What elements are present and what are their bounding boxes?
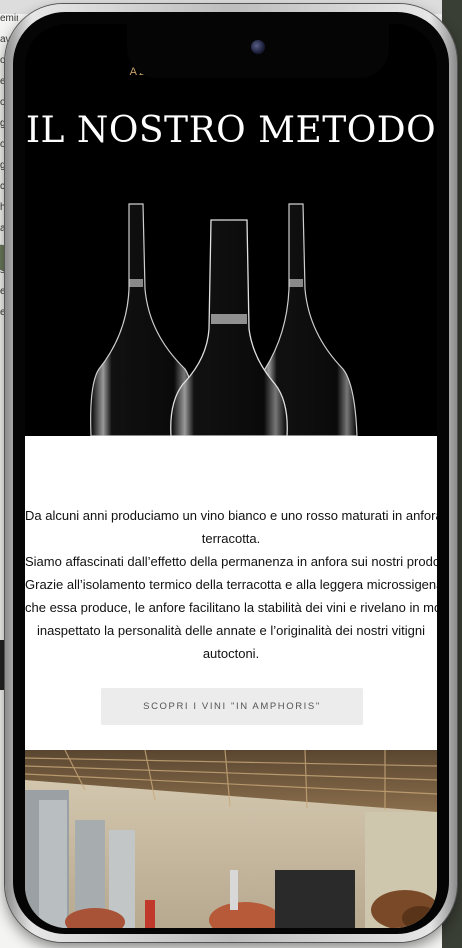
cellar-photo — [25, 750, 437, 928]
intro-section: Da alcuni anni produciamo un vino bianco… — [25, 436, 437, 750]
hero-section: AZIENDA AGRICOLA RONCHI IL NOSTRO METODO — [25, 24, 437, 436]
intro-line: che essa produce, le anfore facilitano l… — [25, 600, 437, 615]
intro-paragraph: Da alcuni anni produciamo un vino bianco… — [25, 504, 437, 665]
intro-line: Siamo affascinati dall’effetto della per… — [25, 554, 437, 569]
page-title: IL NOSTRO METODO — [25, 110, 437, 152]
bottle-center — [170, 219, 288, 436]
front-camera-icon — [251, 40, 265, 54]
intro-line: autoctoni. — [202, 646, 260, 661]
wine-bottles-image — [90, 203, 358, 436]
intro-line: Grazie all’isolamento termico della terr… — [25, 577, 437, 592]
intro-line: Da alcuni anni produciamo un vino bianco… — [25, 508, 437, 523]
intro-line: inaspettato la personalità delle annate … — [36, 623, 426, 638]
phone-notch — [127, 24, 389, 78]
phone-screen: AZIENDA AGRICOLA RONCHI IL NOSTRO METODO — [25, 24, 437, 928]
discover-amphoris-wines-button[interactable]: SCOPRI I VINI "IN AMPHORIS" — [101, 688, 363, 725]
intro-line: terracotta. — [201, 531, 261, 546]
